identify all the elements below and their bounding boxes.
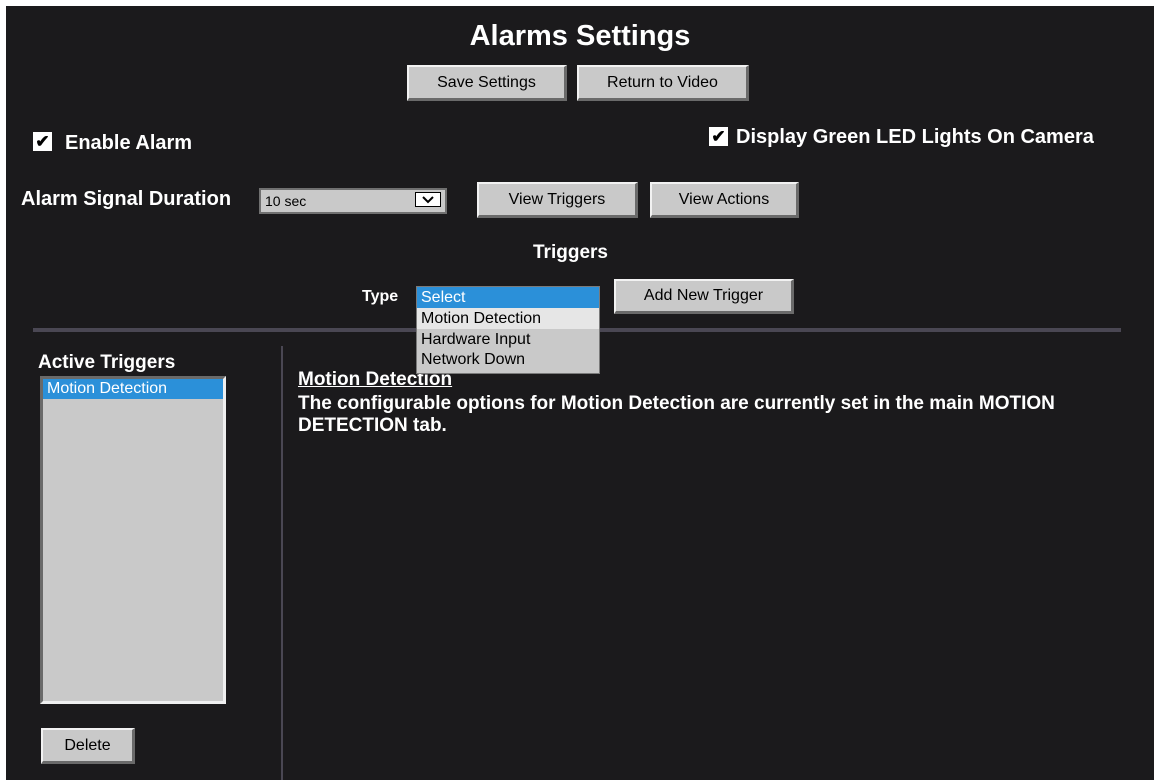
enable-alarm-label: Enable Alarm <box>65 132 193 154</box>
alarm-settings-panel: Alarms Settings Save Settings Return to … <box>6 6 1154 780</box>
active-triggers-heading: Active Triggers <box>38 352 176 373</box>
trigger-detail-description: The configurable options for Motion Dete… <box>298 393 1055 436</box>
list-item[interactable]: Motion Detection <box>43 379 223 399</box>
alarm-duration-value: 10 sec <box>265 193 307 209</box>
view-actions-button[interactable]: View Actions <box>650 182 799 218</box>
enable-alarm-checkbox[interactable]: ✔ <box>33 132 52 151</box>
alarm-duration-select[interactable]: 10 sec <box>259 188 447 214</box>
page-title: Alarms Settings <box>469 20 691 52</box>
trigger-type-option-network-down[interactable]: Network Down <box>417 350 599 370</box>
trigger-type-option-motion-detection[interactable]: Motion Detection <box>417 308 599 329</box>
trigger-type-label: Type <box>362 288 399 305</box>
view-triggers-button[interactable]: View Triggers <box>477 182 638 218</box>
save-settings-button[interactable]: Save Settings <box>407 65 567 101</box>
panel-vertical-divider <box>281 346 283 780</box>
triggers-heading: Triggers <box>533 242 608 263</box>
active-triggers-list[interactable]: Motion Detection <box>40 376 226 704</box>
green-led-checkbox[interactable]: ✔ <box>709 127 728 146</box>
alarm-duration-label: Alarm Signal Duration <box>21 188 232 210</box>
green-led-label: Display Green LED Lights On Camera <box>736 126 1094 148</box>
return-to-video-button[interactable]: Return to Video <box>577 65 749 101</box>
trigger-type-option-select[interactable]: Select <box>417 287 599 308</box>
add-new-trigger-button[interactable]: Add New Trigger <box>614 279 794 314</box>
delete-button[interactable]: Delete <box>41 728 135 764</box>
trigger-type-dropdown[interactable]: Select Motion Detection Hardware Input N… <box>416 286 600 374</box>
chevron-down-icon <box>415 192 441 207</box>
trigger-type-option-hardware-input[interactable]: Hardware Input <box>417 329 599 350</box>
